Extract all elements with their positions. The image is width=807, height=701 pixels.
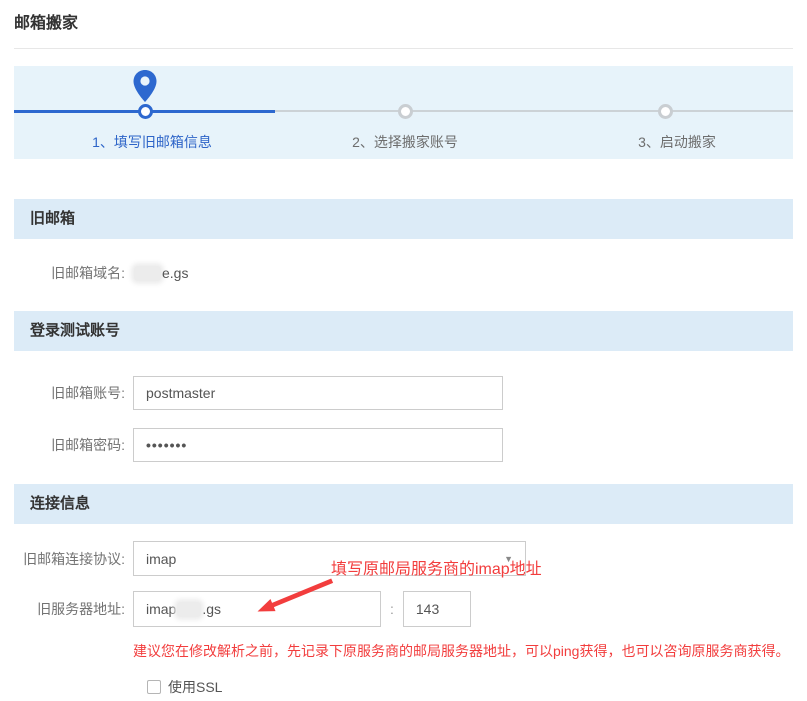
old-password-input[interactable] [133, 428, 503, 462]
old-account-row: 旧邮箱账号: [14, 376, 793, 410]
server-address-row: 旧服务器地址: imap .gs : [14, 591, 793, 627]
protocol-selected-value: imap [146, 551, 176, 567]
step-2-label: 2、选择搬家账号 [352, 132, 458, 152]
section-connection-header: 连接信息 [14, 484, 793, 524]
server-port-input[interactable] [403, 591, 471, 627]
ssl-row: 使用SSL [14, 677, 793, 697]
port-separator: : [390, 601, 394, 617]
old-account-input[interactable] [133, 376, 503, 410]
old-account-label: 旧邮箱账号: [14, 383, 125, 403]
server-address-label: 旧服务器地址: [14, 599, 125, 619]
old-password-label: 旧邮箱密码: [14, 435, 125, 455]
section-login-test-header: 登录测试账号 [14, 311, 793, 351]
ssl-label: 使用SSL [168, 677, 222, 697]
old-domain-value-text: e.gs [162, 265, 188, 281]
old-domain-value: e.gs [133, 265, 188, 281]
old-domain-row: 旧邮箱域名: e.gs [14, 263, 793, 283]
location-pin-icon [132, 69, 158, 107]
page-title: 邮箱搬家 [0, 0, 807, 33]
step-3-dot [658, 104, 673, 119]
server-address-suffix: .gs [202, 601, 221, 617]
privacy-blur-patch [134, 266, 161, 281]
old-domain-label: 旧邮箱域名: [14, 263, 125, 283]
privacy-blur-patch [177, 602, 201, 617]
ssl-checkbox[interactable] [147, 680, 161, 694]
server-address-prefix: imap [146, 601, 176, 617]
step-1-label: 1、填写旧邮箱信息 [92, 132, 212, 152]
step-1-dot [138, 104, 153, 119]
title-divider [14, 48, 793, 49]
section-old-mailbox-header: 旧邮箱 [14, 199, 793, 239]
imap-address-annotation: 填写原邮局服务商的imap地址 [331, 555, 542, 579]
protocol-label: 旧邮箱连接协议: [14, 549, 125, 569]
step-2-dot [398, 104, 413, 119]
old-password-row: 旧邮箱密码: [14, 428, 793, 462]
server-address-hint: 建议您在修改解析之前，先记录下原服务商的邮局服务器地址，可以ping获得，也可以… [133, 641, 793, 661]
email-migration-page: 邮箱搬家 1、填写旧邮箱信息 2、选择搬家账号 3、启动搬家 旧邮箱 旧邮箱域名… [0, 0, 807, 701]
red-arrow-icon [240, 576, 345, 618]
migration-stepper: 1、填写旧邮箱信息 2、选择搬家账号 3、启动搬家 [14, 66, 793, 159]
step-3-label: 3、启动搬家 [638, 132, 716, 152]
